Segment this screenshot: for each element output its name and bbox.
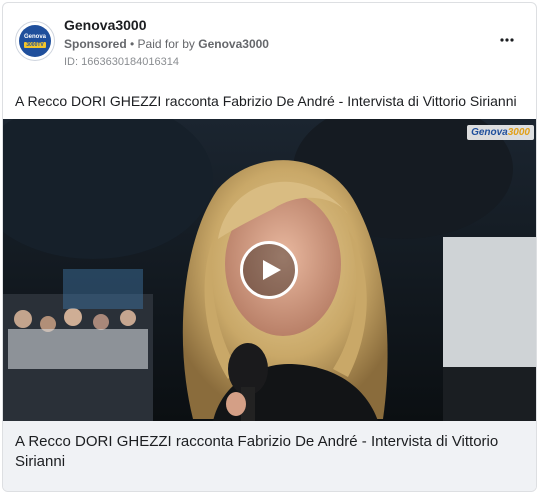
meta-separator: • [126,37,138,51]
watermark-accent-text: 3000 [507,127,530,138]
page-avatar[interactable]: Genova 3000TV [15,21,55,61]
play-icon [262,260,281,280]
ad-link-footer[interactable]: A Recco DORI GHEZZI racconta Fabrizio De… [3,421,536,491]
ad-id: ID: 1663630184016314 [64,56,179,68]
more-options-button[interactable] [496,33,518,47]
video-watermark-logo: Genova3000 [467,125,534,140]
ad-card: Genova 3000TV Genova3000 Sponsored • Pai… [2,2,537,492]
ad-header: Genova 3000TV Genova3000 Sponsored • Pai… [3,3,536,75]
more-horizontal-icon [500,38,514,42]
page-logo: Genova 3000TV [19,25,51,57]
ad-meta: Sponsored • Paid for by Genova3000 [64,37,269,51]
sponsored-label: Sponsored [64,37,127,51]
ad-link-title[interactable]: A Recco DORI GHEZZI racconta Fabrizio De… [15,432,515,472]
avatar-logo-text-bottom: 3000TV [24,42,46,48]
video-player[interactable]: Genova3000 [3,119,536,421]
payer-name: Genova3000 [198,37,269,51]
paid-for-prefix: Paid for by [137,37,199,51]
ad-body-text: A Recco DORI GHEZZI racconta Fabrizio De… [15,93,517,109]
avatar-logo-text-top: Genova [23,34,46,40]
watermark-text: Genova [471,127,508,138]
play-button[interactable] [240,241,298,299]
page-name[interactable]: Genova3000 [64,17,147,33]
